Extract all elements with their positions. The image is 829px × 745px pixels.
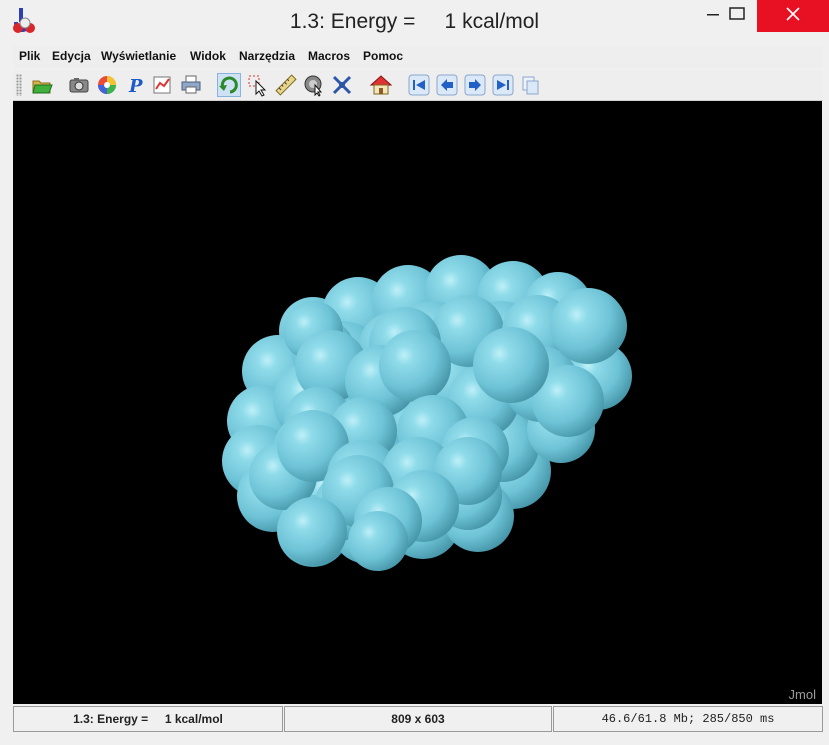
rotate-icon <box>218 76 240 100</box>
measure-ruler-icon <box>274 74 298 101</box>
svg-text:P: P <box>128 76 143 97</box>
edit-button[interactable] <box>150 73 174 97</box>
atom-sphere <box>348 511 408 571</box>
close-icon <box>786 6 800 26</box>
camera-button[interactable] <box>67 73 91 97</box>
spin-pointer-icon <box>302 75 326 101</box>
pick-center-button[interactable] <box>330 73 354 97</box>
open-folder-icon <box>30 80 54 101</box>
pick-center-icon <box>330 75 354 101</box>
status-dimensions: 809 x 603 <box>284 706 552 732</box>
close-button[interactable] <box>757 0 829 32</box>
toolbar: P <box>13 70 823 101</box>
maximize-icon <box>729 6 745 26</box>
last-frame-icon <box>491 74 515 101</box>
menu-plik[interactable]: Plik <box>19 49 40 63</box>
molecule-viewport[interactable]: Jmol <box>13 101 822 704</box>
edit-chart-icon <box>150 76 174 101</box>
open-button[interactable] <box>30 73 54 97</box>
select-pointer-icon <box>246 75 270 101</box>
help-button[interactable]: P <box>122 73 146 97</box>
status-memory: 46.6/61.8 Mb; 285/850 ms <box>553 706 823 732</box>
print-icon <box>179 75 203 101</box>
color-wheel-icon <box>95 76 119 101</box>
jmol-watermark: Jmol <box>788 687 816 702</box>
atom-sphere <box>550 288 626 364</box>
copy-frames-button[interactable] <box>519 73 543 97</box>
menu-edycja[interactable]: Edycja <box>52 49 91 63</box>
menu-macros[interactable]: Macros <box>308 49 350 63</box>
color-button[interactable] <box>95 73 119 97</box>
menu-pomoc[interactable]: Pomoc <box>363 49 403 63</box>
home-button[interactable] <box>369 73 393 97</box>
next-frame-icon <box>463 74 487 101</box>
help-pointer-icon: P <box>122 76 146 101</box>
first-frame-icon <box>407 74 431 101</box>
atom-sphere <box>379 330 451 402</box>
status-bar: 1.3: Energy = 1 kcal/mol 809 x 603 46.6/… <box>13 705 823 735</box>
copy-frames-icon <box>519 76 543 101</box>
atom-sphere <box>473 327 549 403</box>
measure-button[interactable] <box>274 73 298 97</box>
camera-icon <box>67 78 91 101</box>
menu-bar: Plik Edycja Wyświetlanie Widok Narzędzia… <box>13 46 823 68</box>
title-bar: 1.3: Energy = 1 kcal/mol <box>0 0 829 44</box>
maximize-button[interactable] <box>714 0 760 32</box>
menu-wyswietlanie[interactable]: Wyświetlanie <box>101 49 176 63</box>
previous-frame-button[interactable] <box>435 73 459 97</box>
spin-button[interactable] <box>302 73 326 97</box>
last-frame-button[interactable] <box>491 73 515 97</box>
first-frame-button[interactable] <box>407 73 431 97</box>
atom-sphere <box>279 497 347 565</box>
menu-widok[interactable]: Widok <box>190 49 226 63</box>
home-icon <box>369 75 393 101</box>
print-button[interactable] <box>179 73 203 97</box>
molecule-render <box>222 255 632 571</box>
menu-narzedzia[interactable]: Narzędzia <box>239 49 295 63</box>
rotate-button[interactable] <box>217 73 241 97</box>
toolbar-grip[interactable] <box>16 74 22 96</box>
previous-frame-icon <box>435 74 459 101</box>
status-energy: 1.3: Energy = 1 kcal/mol <box>13 706 283 732</box>
next-frame-button[interactable] <box>463 73 487 97</box>
select-button[interactable] <box>246 73 270 97</box>
